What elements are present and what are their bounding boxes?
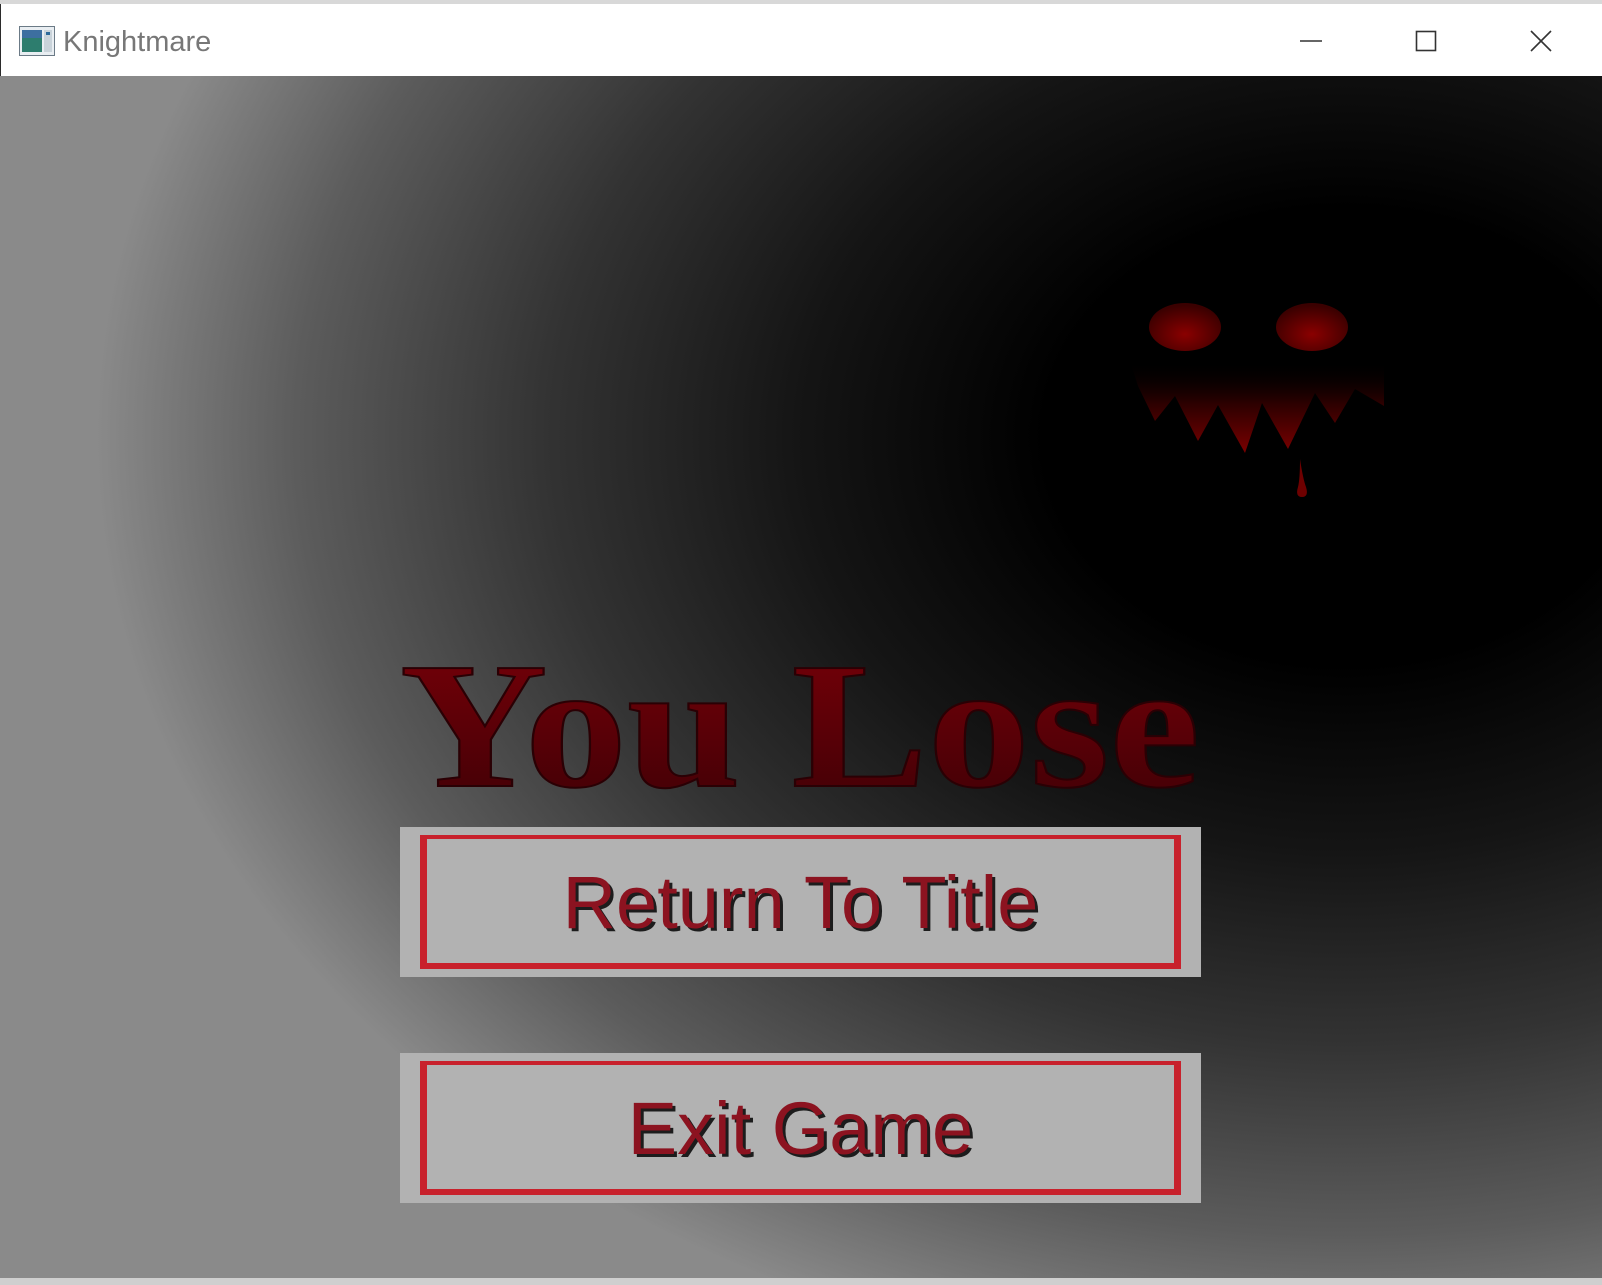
app-window-icon [19, 26, 55, 56]
maximize-button[interactable] [1376, 12, 1476, 70]
return-to-title-button[interactable]: Return To Title [400, 827, 1201, 977]
close-button[interactable] [1491, 12, 1591, 70]
return-to-title-label: Return To Title [562, 860, 1039, 944]
game-canvas: You Lose Return To Title Exit Game [0, 76, 1602, 1278]
demon-face-icon [1130, 303, 1384, 497]
minimize-icon [1300, 40, 1322, 42]
window-title: Knightmare [63, 26, 212, 58]
title-bar[interactable]: Knightmare [0, 4, 1602, 76]
taskbar-strip [0, 1278, 1602, 1285]
minimize-button[interactable] [1261, 12, 1361, 70]
you-lose-heading: You Lose [399, 625, 1201, 826]
game-window: Knightmare You Lose Return To Title Exit… [0, 0, 1602, 1285]
exit-game-button[interactable]: Exit Game [400, 1053, 1201, 1203]
you-lose-text: You Lose [400, 626, 1200, 825]
close-icon [1530, 30, 1552, 52]
maximize-icon [1415, 30, 1437, 52]
exit-game-label: Exit Game [627, 1086, 974, 1170]
